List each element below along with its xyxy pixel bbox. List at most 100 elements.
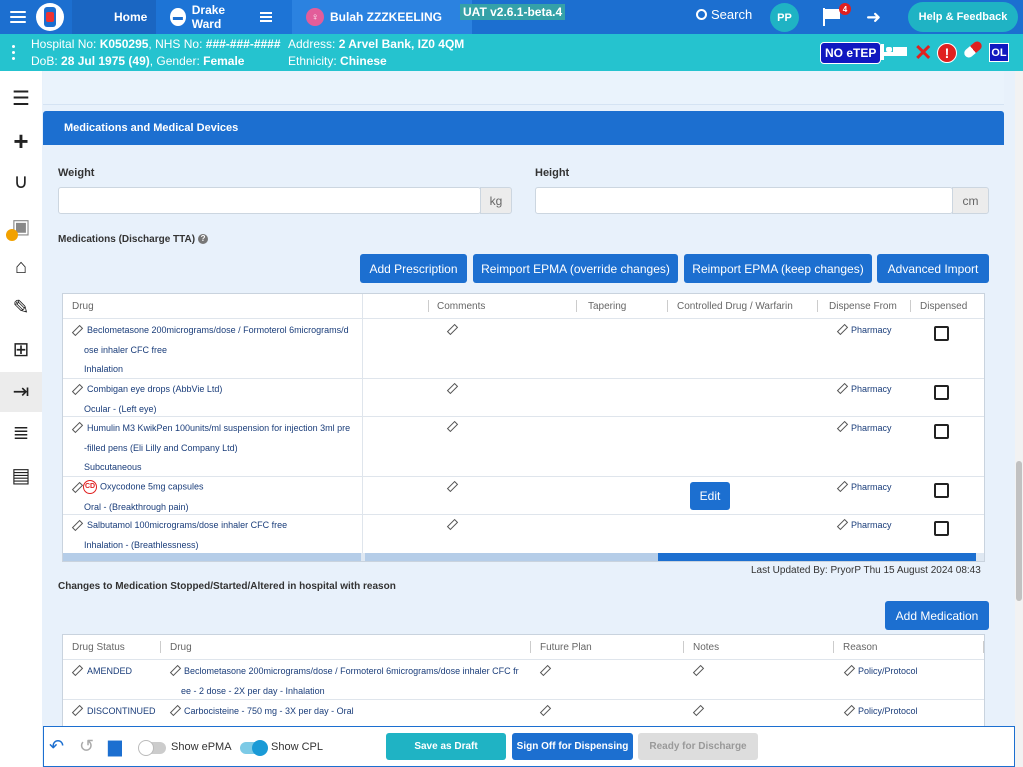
notifications-flag-icon[interactable]: 4 — [823, 3, 851, 26]
edit-reason-icon[interactable] — [844, 705, 853, 714]
help-feedback-button[interactable]: Help & Feedback — [908, 2, 1018, 32]
resus-status-x-icon[interactable]: ✕ — [914, 42, 932, 64]
show-epma-toggle[interactable] — [138, 740, 166, 756]
sidebar-item-list[interactable]: ☰ — [0, 79, 42, 119]
col-reason[interactable]: Reason — [843, 635, 877, 659]
patient-menu-icon[interactable] — [12, 45, 15, 60]
table-row[interactable]: Beclometasone 200micrograms/dose / Formo… — [63, 318, 984, 378]
scrollbar-thumb[interactable] — [658, 553, 976, 561]
logout-icon[interactable]: ➜ — [866, 8, 881, 26]
weight-input[interactable] — [58, 187, 481, 214]
medication-pill-icon[interactable] — [962, 39, 984, 60]
app-logo[interactable] — [36, 3, 64, 31]
user-avatar[interactable]: PP — [770, 3, 799, 32]
dispensed-checkbox[interactable] — [934, 424, 949, 439]
save-draft-button[interactable]: Save as Draft — [386, 733, 506, 760]
edit-status-icon[interactable] — [72, 665, 81, 674]
controlled-drug-edit-button[interactable]: Edit — [690, 482, 730, 510]
undo-icon[interactable]: ↶ — [49, 737, 64, 755]
col-dispense-from[interactable]: Dispense From — [829, 294, 897, 318]
breadcrumb-home[interactable]: Home — [72, 0, 156, 34]
edit-pencil-icon[interactable] — [72, 520, 81, 529]
edit-drug-icon[interactable] — [170, 705, 179, 714]
edit-notes-icon[interactable] — [693, 705, 702, 714]
sidebar-item-home[interactable]: ⌂ — [0, 247, 42, 287]
edit-comment-icon[interactable] — [447, 324, 456, 333]
breadcrumb-ward[interactable]: ▬ Drake Ward — [156, 0, 292, 34]
main-menu-button[interactable] — [0, 11, 36, 23]
edit-future-plan-icon[interactable] — [540, 665, 549, 674]
sidebar-item-records[interactable]: ▤ — [0, 456, 42, 496]
ward-menu-icon[interactable] — [259, 12, 272, 22]
col-dispensed[interactable]: Dispensed — [920, 294, 967, 318]
col-drug-status[interactable]: Drug Status — [72, 635, 125, 659]
dispensed-checkbox[interactable] — [934, 385, 949, 400]
reimport-keep-button[interactable]: Reimport EPMA (keep changes) — [684, 254, 872, 283]
edit-pencil-icon[interactable] — [72, 482, 81, 491]
show-cpl-toggle[interactable] — [240, 740, 268, 756]
col-tapering[interactable]: Tapering — [588, 294, 626, 318]
edit-dispense-icon[interactable] — [837, 519, 846, 528]
edit-comment-icon[interactable] — [447, 519, 456, 528]
sidebar-item-tasks[interactable]: ≣ — [0, 413, 42, 453]
advanced-import-button[interactable]: Advanced Import — [877, 254, 989, 283]
history-icon[interactable]: ↺ — [79, 737, 94, 755]
no-etep-badge[interactable]: NO eTEP — [820, 42, 882, 64]
ol-badge[interactable]: OL — [989, 43, 1009, 62]
ready-for-discharge-button[interactable]: Ready for Discharge — [638, 733, 758, 760]
change-drug: Beclometasone 200micrograms/dose / Formo… — [184, 666, 519, 676]
drug-status: DISCONTINUED — [87, 706, 156, 716]
dispensed-checkbox[interactable] — [934, 521, 949, 536]
table-row[interactable]: Salbutamol 100micrograms/dose inhaler CF… — [63, 514, 984, 553]
edit-drug-icon[interactable] — [170, 665, 179, 674]
dispensed-checkbox[interactable] — [934, 326, 949, 341]
col-future-plan[interactable]: Future Plan — [540, 635, 592, 659]
sign-off-button[interactable]: Sign Off for Dispensing — [512, 733, 633, 760]
edit-dispense-icon[interactable] — [837, 421, 846, 430]
col-change-drug[interactable]: Drug — [170, 635, 192, 659]
dispensed-checkbox[interactable] — [934, 483, 949, 498]
height-input[interactable] — [535, 187, 953, 214]
edit-pencil-icon[interactable] — [72, 384, 81, 393]
alert-icon[interactable]: ! — [937, 43, 957, 63]
table-horizontal-scrollbar[interactable] — [63, 553, 984, 561]
page-scrollbar-thumb[interactable] — [1016, 461, 1022, 601]
sidebar-item-discharge[interactable]: ⇥ — [0, 372, 42, 412]
col-comments[interactable]: Comments — [437, 294, 485, 318]
sidebar-item-kit[interactable]: ⊞ — [0, 330, 42, 370]
reimport-override-button[interactable]: Reimport EPMA (override changes) — [473, 254, 678, 283]
breadcrumb-patient[interactable]: ♀ Bulah ZZZKEELING — [292, 0, 472, 34]
edit-notes-icon[interactable] — [693, 665, 702, 674]
table-row[interactable]: Humulin M3 KwikPen 100units/ml suspensio… — [63, 416, 984, 476]
edit-future-plan-icon[interactable] — [540, 705, 549, 714]
edit-reason-icon[interactable] — [844, 665, 853, 674]
edit-comment-icon[interactable] — [447, 481, 456, 490]
table-row[interactable]: Combigan eye drops (AbbVie Ltd) Ocular -… — [63, 378, 984, 416]
search-button[interactable]: Search — [696, 7, 752, 22]
edit-status-icon[interactable] — [72, 705, 81, 714]
add-medication-button[interactable]: Add Medication — [885, 601, 989, 630]
bed-icon[interactable] — [881, 44, 907, 60]
table-row[interactable]: DISCONTINUED Carbocisteine - 750 mg - 3X… — [63, 699, 984, 727]
add-prescription-button[interactable]: Add Prescription — [360, 254, 467, 283]
col-notes[interactable]: Notes — [693, 635, 719, 659]
edit-pencil-icon[interactable] — [72, 422, 81, 431]
edit-dispense-icon[interactable] — [837, 481, 846, 490]
edit-comment-icon[interactable] — [447, 421, 456, 430]
sidebar-item-stethoscope[interactable]: ∪ — [0, 162, 42, 202]
edit-pencil-icon[interactable] — [72, 325, 81, 334]
help-icon[interactable]: ? — [198, 234, 209, 245]
edit-comment-icon[interactable] — [447, 383, 456, 392]
table-row[interactable]: AMENDED Beclometasone 200micrograms/dose… — [63, 659, 984, 699]
col-drug[interactable]: Drug — [72, 294, 94, 318]
sidebar-item-add[interactable]: + — [0, 121, 42, 161]
print-icon[interactable]: ▆ — [108, 737, 122, 755]
table-row[interactable]: CD Oxycodone 5mg capsules Oral - (Breakth… — [63, 476, 984, 514]
sidebar-item-camera[interactable]: ▣ — [0, 207, 42, 247]
edit-dispense-icon[interactable] — [837, 383, 846, 392]
sidebar-item-signature[interactable]: ✎ — [0, 288, 42, 328]
page-scrollbar[interactable] — [1015, 71, 1023, 767]
col-controlled[interactable]: Controlled Drug / Warfarin — [677, 294, 793, 318]
edit-dispense-icon[interactable] — [837, 324, 846, 333]
discharge-icon: ⇥ — [12, 381, 30, 403]
